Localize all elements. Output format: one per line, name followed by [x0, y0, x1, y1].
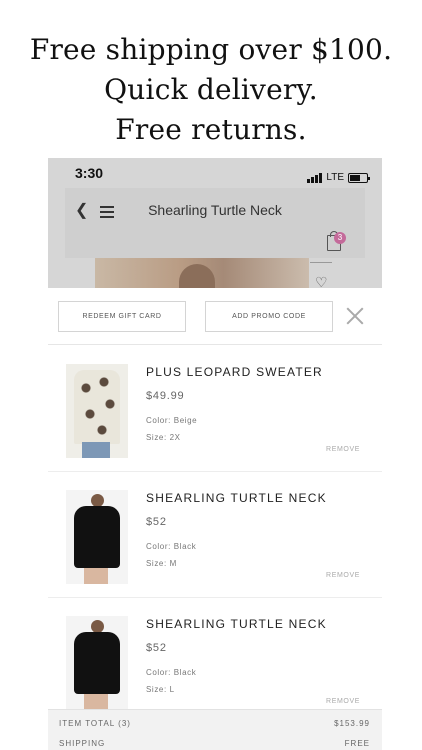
product-color: Color: Beige [146, 416, 198, 425]
product-color: Color: Black [146, 542, 197, 551]
product-thumbnail[interactable] [66, 364, 128, 458]
cart-item: SHEARLING TURTLE NECK $52 Color: Black S… [48, 598, 382, 724]
product-thumbnail[interactable] [66, 490, 128, 584]
item-total-row: ITEM TOTAL (3) $153.99 [59, 719, 370, 728]
headline-line-1: Free shipping over $100. [29, 33, 393, 66]
remove-item-button[interactable]: REMOVE [326, 446, 360, 453]
headline-line-2: Quick delivery. [104, 73, 318, 106]
product-size: Size: L [146, 685, 175, 694]
cart-item: PLUS LEOPARD SWEATER $49.99 Color: Beige… [48, 346, 382, 472]
product-price: $49.99 [146, 390, 185, 402]
shipping-value: FREE [344, 739, 370, 748]
cart-count-badge: 3 [334, 232, 346, 244]
divider [310, 262, 332, 263]
product-color: Color: Black [146, 668, 197, 677]
order-totals: ITEM TOTAL (3) $153.99 SHIPPING FREE [48, 709, 382, 750]
product-thumbnail[interactable] [66, 616, 128, 710]
page-title: Shearling Turtle Neck [148, 202, 282, 218]
remove-item-button[interactable]: REMOVE [326, 572, 360, 579]
shipping-label: SHIPPING [59, 739, 106, 748]
nav-bar-background [65, 188, 365, 258]
remove-item-button[interactable]: REMOVE [326, 698, 360, 705]
product-hero-photo [95, 258, 309, 288]
product-size: Size: 2X [146, 433, 181, 442]
product-name[interactable]: SHEARLING TURTLE NECK [146, 491, 327, 505]
product-price: $52 [146, 516, 167, 528]
network-label: LTE [326, 172, 344, 183]
product-size: Size: M [146, 559, 177, 568]
status-time: 3:30 [75, 165, 104, 181]
shipping-row: SHIPPING FREE [59, 739, 370, 748]
product-name[interactable]: PLUS LEOPARD SWEATER [146, 365, 323, 379]
redeem-gift-card-button[interactable]: REDEEM GIFT CARD [58, 301, 186, 332]
product-price: $52 [146, 642, 167, 654]
close-icon[interactable] [343, 304, 367, 328]
phone-screen: 3:30 LTE ❮ Shearling Turtle Neck 3 ♡ RED… [48, 158, 382, 750]
headline-line-3: Free returns. [115, 113, 307, 146]
cart-item: SHEARLING TURTLE NECK $52 Color: Black S… [48, 472, 382, 598]
item-total-label: ITEM TOTAL (3) [59, 719, 131, 728]
status-indicators: LTE [307, 172, 370, 183]
battery-icon [348, 173, 370, 183]
product-name[interactable]: SHEARLING TURTLE NECK [146, 617, 327, 631]
item-total-value: $153.99 [334, 719, 370, 728]
status-bar: 3:30 LTE [48, 158, 382, 188]
add-promo-code-button[interactable]: ADD PROMO CODE [205, 301, 333, 332]
promo-row: REDEEM GIFT CARD ADD PROMO CODE [48, 288, 382, 345]
signal-icon [307, 173, 323, 183]
marketing-headline: Free shipping over $100. Quick delivery.… [0, 30, 422, 150]
